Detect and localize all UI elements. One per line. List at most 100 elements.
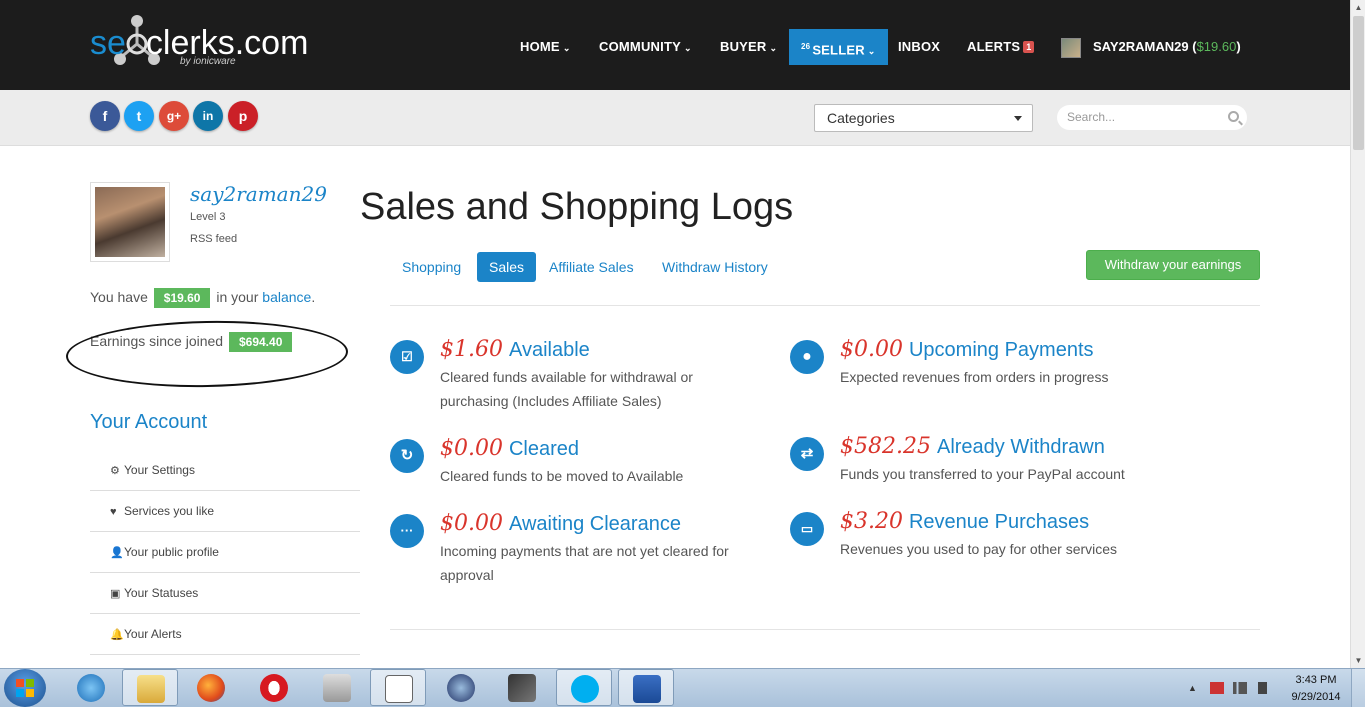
- show-desktop-button[interactable]: [1351, 669, 1365, 707]
- stat-revenue-purchases-title: $3.20 Revenue Purchases: [840, 509, 1090, 534]
- nav-buyer[interactable]: BUYER ⌄: [720, 29, 777, 65]
- seller-count: 26: [801, 42, 811, 51]
- rss-feed-link[interactable]: RSS feed: [190, 233, 237, 245]
- alerts-badge: 1: [1023, 41, 1035, 53]
- exchange-icon: ⇄: [790, 437, 824, 471]
- stat-awaiting-clearance-title: $0.00 Awaiting Clearance: [440, 511, 681, 536]
- taskbar-skype[interactable]: [556, 669, 612, 706]
- menu-your-alerts[interactable]: 🔔Your Alerts: [90, 614, 360, 655]
- word-icon: [633, 675, 661, 703]
- categories-dropdown[interactable]: Categories: [814, 104, 1033, 132]
- caret-down-icon: [1014, 116, 1022, 121]
- nav-alerts[interactable]: ALERTS 1: [967, 29, 1035, 65]
- menu-your-statuses[interactable]: ▣ Your Statuses: [90, 573, 360, 614]
- circle-icon: ●: [790, 340, 824, 374]
- profile-level: Level 3: [190, 211, 226, 223]
- menu-your-public-profile[interactable]: 👤Your public profile: [90, 532, 360, 573]
- status-icon: ▣: [110, 588, 121, 600]
- bell-icon: 🔔: [110, 629, 124, 641]
- taskbar-explorer[interactable]: [122, 669, 178, 706]
- stat-awaiting-clearance-desc: Incoming payments that are not yet clear…: [440, 543, 729, 583]
- battery-icon[interactable]: [1258, 682, 1267, 694]
- stat-cleared-title: $0.00 Cleared: [440, 436, 580, 461]
- clock-date[interactable]: 9/29/2014: [1286, 691, 1346, 703]
- stat-already-withdrawn-title: $582.25 Already Withdrawn: [840, 434, 1105, 459]
- nav-inbox[interactable]: INBOX: [898, 29, 940, 65]
- your-account-heading: Your Account: [90, 411, 208, 433]
- skype-icon: [571, 675, 599, 703]
- taskbar-app2[interactable]: [433, 669, 489, 706]
- clock-time[interactable]: 3:43 PM: [1290, 674, 1342, 686]
- opera-icon: [260, 674, 288, 702]
- globe-icon: [447, 674, 475, 702]
- taskbar-internet-explorer[interactable]: [63, 669, 119, 706]
- site-logo[interactable]: se clerks.com by ionicware: [88, 14, 328, 72]
- logo-subtitle: by ionicware: [180, 56, 236, 67]
- divider: [390, 629, 1260, 630]
- heart-icon: ♥: [110, 506, 117, 518]
- network-icon[interactable]: [1233, 682, 1247, 694]
- stat-upcoming-payments-title: $0.00 Upcoming Payments: [840, 337, 1094, 362]
- stat-revenue-purchases-desc: Revenues you used to pay for other servi…: [840, 541, 1118, 557]
- divider: [390, 305, 1260, 306]
- user-menu[interactable]: SAY2RAMAN29 ($19.60): [1093, 29, 1241, 65]
- tab-withdraw-history[interactable]: Withdraw History: [662, 252, 768, 282]
- stat-available-desc: Cleared funds available for withdrawal o…: [440, 369, 693, 409]
- balance-link[interactable]: balance: [262, 289, 311, 305]
- scroll-up-icon[interactable]: ▲: [1351, 0, 1365, 15]
- stat-upcoming-payments-desc: Expected revenues from orders in progres…: [840, 369, 1109, 385]
- profile-username[interactable]: say2raman29: [190, 182, 327, 206]
- balance-badge: $19.60: [153, 288, 211, 308]
- tab-sales[interactable]: Sales: [477, 252, 537, 282]
- google-plus-icon[interactable]: g+: [159, 101, 189, 131]
- folder-icon: [137, 675, 165, 703]
- taskbar-firefox[interactable]: [183, 669, 239, 706]
- search-icon[interactable]: [1228, 111, 1239, 122]
- film-icon: [508, 674, 536, 702]
- search-input[interactable]: Search...: [1057, 105, 1247, 130]
- hand-drawn-circle: [65, 318, 349, 390]
- scroll-down-icon[interactable]: ▼: [1351, 653, 1365, 668]
- chevron-down-icon: ⌄: [867, 46, 876, 57]
- user-balance: $19.60: [1196, 39, 1237, 54]
- stat-cleared-desc: Cleared funds to be moved to Available: [440, 468, 684, 484]
- taskbar-app[interactable]: [309, 669, 365, 706]
- action-center-icon[interactable]: [1210, 682, 1224, 694]
- tab-shopping[interactable]: Shopping: [402, 252, 461, 282]
- page-scrollbar[interactable]: ▲ ▼: [1350, 0, 1365, 668]
- taskbar-word[interactable]: [618, 669, 674, 706]
- scroll-thumb[interactable]: [1353, 16, 1364, 150]
- page-title: Sales and Shopping Logs: [360, 186, 794, 228]
- card-icon: ▭: [790, 512, 824, 546]
- facebook-icon[interactable]: f: [90, 101, 120, 131]
- tab-affiliate-sales[interactable]: Affiliate Sales: [549, 252, 634, 282]
- chevron-down-icon: ⌄: [769, 43, 778, 53]
- withdraw-earnings-button[interactable]: Withdraw your earnings: [1086, 250, 1260, 280]
- ellipsis-icon: ···: [390, 514, 424, 548]
- chevron-down-icon: ⌄: [683, 43, 692, 53]
- windows-logo-icon: [16, 679, 34, 697]
- nav-home[interactable]: HOME ⌄: [520, 29, 571, 65]
- user-icon: 👤: [110, 547, 124, 559]
- start-button[interactable]: [4, 669, 46, 707]
- pinterest-icon[interactable]: p: [228, 101, 258, 131]
- menu-services-you-like[interactable]: ♥ Services you like: [90, 491, 360, 532]
- stat-available-title: $1.60 Available: [440, 337, 590, 362]
- show-hidden-icons[interactable]: ▲: [1188, 683, 1197, 693]
- twitter-icon[interactable]: t: [124, 101, 154, 131]
- taskbar-media[interactable]: [494, 669, 550, 706]
- user-avatar[interactable]: [1061, 38, 1081, 58]
- menu-your-settings[interactable]: ⚙ Your Settings: [90, 450, 360, 491]
- taskbar-opera[interactable]: [246, 669, 302, 706]
- refresh-icon: ↻: [390, 439, 424, 473]
- taskbar-notepad[interactable]: [370, 669, 426, 706]
- check-icon: ☑: [390, 340, 424, 374]
- nav-community[interactable]: COMMUNITY ⌄: [599, 29, 692, 65]
- firefox-icon: [197, 674, 225, 702]
- profile-picture[interactable]: [90, 182, 170, 262]
- linkedin-icon[interactable]: in: [193, 101, 223, 131]
- camera-icon: [323, 674, 351, 702]
- balance-line: You have $19.60 in your balance.: [90, 288, 315, 308]
- nav-seller[interactable]: 26 SELLER ⌄: [789, 29, 888, 65]
- chevron-down-icon: ⌄: [562, 43, 571, 53]
